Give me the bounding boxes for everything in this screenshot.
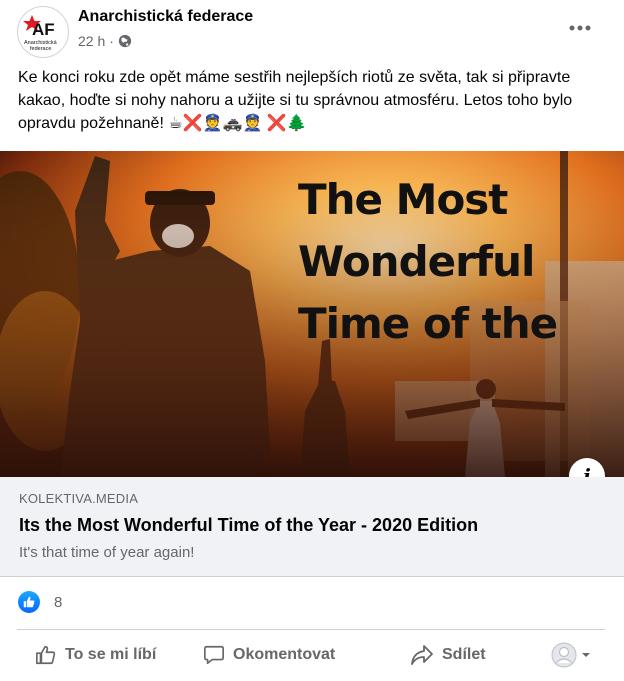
more-options-button[interactable] [562,14,598,42]
action-bar: To se mi líbí Okomentovat Sdílet [17,633,605,677]
post-time[interactable]: 22 h [78,32,105,50]
meta-separator: · [109,33,114,49]
anarchist-federation-logo: AF Anarchistická federace [19,8,67,56]
link-preview-image[interactable]: The Most Wonderful Time of the [0,151,624,477]
more-dots-icon [569,25,591,31]
comment-button[interactable]: Okomentovat [203,635,335,675]
link-preview-card[interactable]: KOLEKTIVA.MEDIA Its the Most Wonderful T… [0,477,624,577]
image-overlay-title: The Most Wonderful Time of the [298,175,558,348]
svg-text:federace: federace [30,46,51,52]
link-description: It's that time of year again! [19,544,195,561]
page-avatar[interactable]: AF Anarchistická federace [17,6,69,58]
link-title[interactable]: Its the Most Wonderful Time of the Year … [19,515,478,536]
globe-icon [118,34,132,48]
share-arrow-icon [411,645,433,665]
page-name[interactable]: Anarchistická federace [78,7,253,27]
chevron-down-icon [582,653,590,657]
reaction-audience-selector[interactable] [551,635,591,675]
thumbs-up-icon [23,596,35,608]
like-outline-icon [36,645,56,665]
like-reaction-icon [18,591,40,613]
actions-divider [17,629,605,630]
comment-label: Okomentovat [233,646,336,663]
share-button[interactable]: Sdílet [410,635,486,675]
post-header: AF Anarchistická federace Anarchistická … [0,0,624,64]
reaction-summary[interactable]: 8 [18,590,62,614]
like-button[interactable]: To se mi líbí [35,635,156,675]
profile-avatar-icon [551,642,577,668]
comment-icon [204,645,224,665]
post-text: Ke konci roku zde opět máme sestřih nejl… [18,69,577,132]
logo-letters: AF [32,20,55,39]
link-domain: KOLEKTIVA.MEDIA [19,491,139,506]
reaction-count: 8 [54,593,63,611]
post-meta: 22 h · [78,32,132,50]
like-label: To se mi líbí [65,646,157,663]
share-label: Sdílet [442,646,486,663]
